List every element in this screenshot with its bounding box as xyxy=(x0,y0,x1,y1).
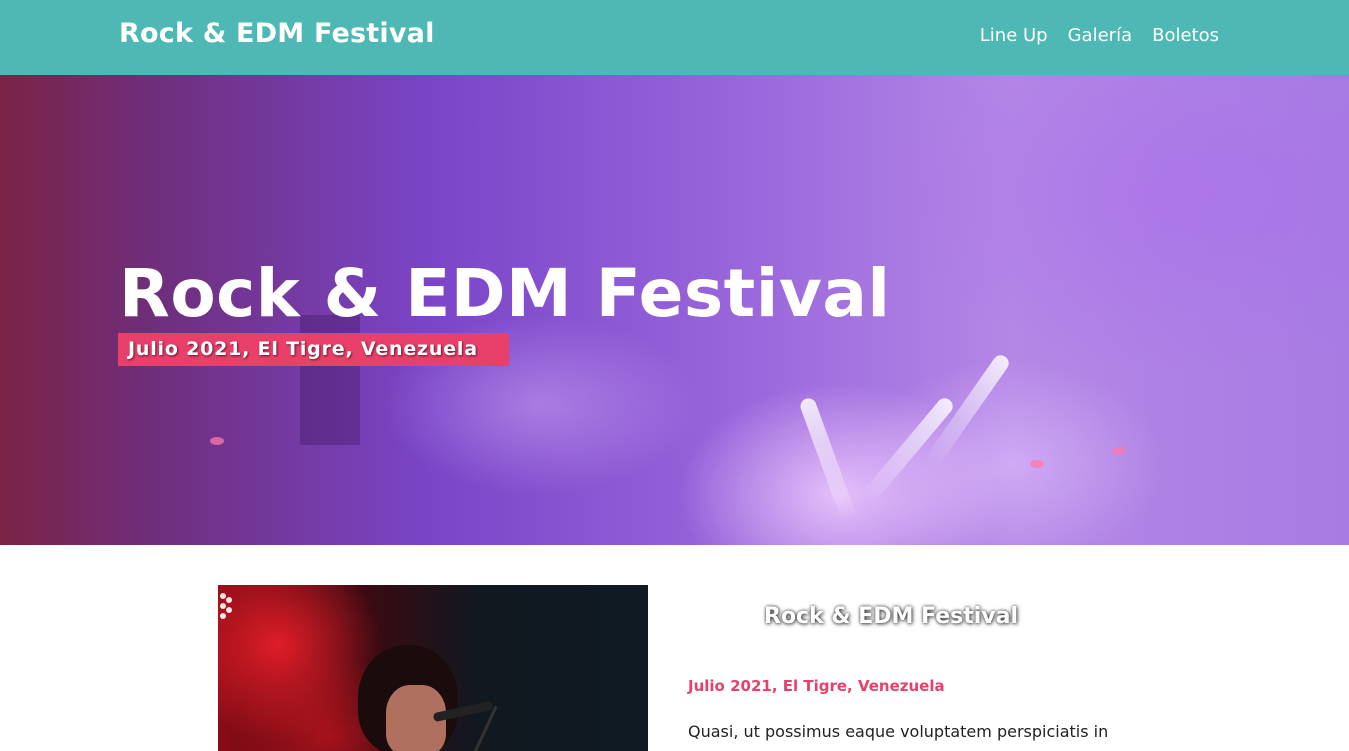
stage-light-dot xyxy=(1112,447,1126,455)
section-description: Quasi, ut possimus eaque voluptatem pers… xyxy=(688,722,1109,741)
hero-date-badge: Julio 2021, El Tigre, Venezuela xyxy=(118,333,509,366)
section-title: Rock & EDM Festival xyxy=(764,604,1019,629)
main-nav: Line Up Galería Boletos xyxy=(980,25,1219,46)
stage-light-dot xyxy=(210,437,224,445)
site-header: Rock & EDM Festival Line Up Galería Bole… xyxy=(0,0,1349,75)
site-logo[interactable]: Rock & EDM Festival xyxy=(119,18,435,49)
stage-light-dot xyxy=(1030,460,1044,468)
stage-bulbs xyxy=(218,593,234,623)
nav-link-galeria[interactable]: Galería xyxy=(1068,25,1133,46)
singer-photo xyxy=(218,585,648,751)
section-date: Julio 2021, El Tigre, Venezuela xyxy=(688,677,945,695)
nav-link-boletos[interactable]: Boletos xyxy=(1152,25,1219,46)
nav-link-line-up[interactable]: Line Up xyxy=(980,25,1048,46)
stage-light-beam xyxy=(798,396,858,524)
hero-title: Rock & EDM Festival xyxy=(119,255,891,332)
hero-banner: Rock & EDM Festival Julio 2021, El Tigre… xyxy=(0,75,1349,545)
